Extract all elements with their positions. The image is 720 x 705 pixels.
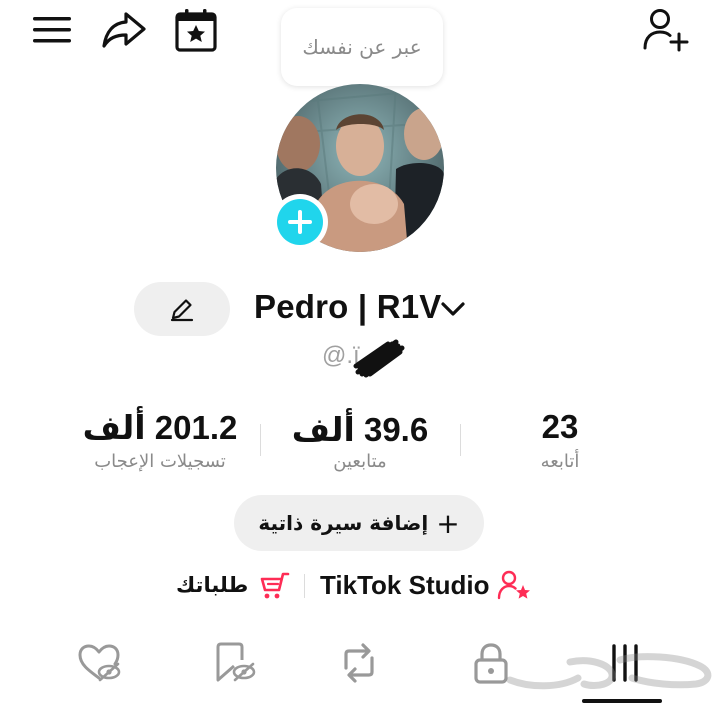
plus-icon: +	[436, 506, 460, 540]
menu-button[interactable]	[30, 12, 74, 48]
tab-liked[interactable]	[74, 640, 124, 686]
repost-icon	[344, 643, 374, 683]
active-tab-indicator	[582, 699, 662, 703]
calendar-button[interactable]	[172, 6, 220, 54]
followers-label: متابعين	[333, 451, 387, 472]
cart-icon	[260, 572, 290, 599]
stats-divider	[460, 424, 461, 456]
tiktok-studio-label: TikTok Studio	[320, 569, 490, 600]
share-arrow-icon	[102, 12, 146, 48]
share-button[interactable]	[100, 8, 148, 52]
redaction-scribble	[352, 338, 408, 378]
likes-label: تسجيلات الإعجاب	[94, 451, 226, 472]
following-label: أتابعه	[540, 451, 580, 472]
add-bio-button[interactable]: + إضافة سيرة ذاتية	[234, 495, 484, 551]
bio-prompt-bubble[interactable]: عبر عن نفسك	[281, 8, 443, 86]
tab-reposts[interactable]	[334, 640, 384, 686]
orders-link[interactable]: طلباتك	[176, 568, 290, 602]
account-switcher-button[interactable]	[438, 296, 468, 322]
followers-count[interactable]: 39.6 ألف	[280, 410, 440, 449]
likes-count[interactable]: 201.2 ألف	[60, 408, 260, 447]
avatar-add-button[interactable]	[272, 194, 328, 250]
tiktok-studio-link[interactable]: TikTok Studio	[320, 568, 531, 602]
tab-saved[interactable]	[208, 640, 258, 686]
display-name: Pedro | R1V	[254, 288, 442, 325]
orders-label: طلباتك	[176, 573, 249, 597]
following-count[interactable]: 23	[500, 408, 620, 446]
chevron-down-icon	[441, 302, 465, 316]
user-star-icon	[498, 570, 531, 600]
add-bio-label: إضافة سيرة ذاتية	[258, 511, 429, 535]
stats-divider	[260, 424, 261, 456]
bookmark-hidden-icon	[216, 642, 256, 682]
add-user-icon	[643, 9, 689, 52]
links-divider	[304, 574, 305, 598]
watermark-logo	[500, 644, 720, 696]
bubble-text: عبر عن نفسك	[302, 35, 422, 59]
heart-hidden-icon	[78, 644, 121, 682]
plus-icon	[288, 210, 312, 234]
edit-profile-button[interactable]	[134, 282, 230, 336]
calendar-star-icon	[175, 9, 217, 52]
hamburger-icon	[33, 17, 71, 43]
add-friend-button[interactable]	[640, 6, 692, 54]
pencil-icon	[170, 299, 194, 322]
